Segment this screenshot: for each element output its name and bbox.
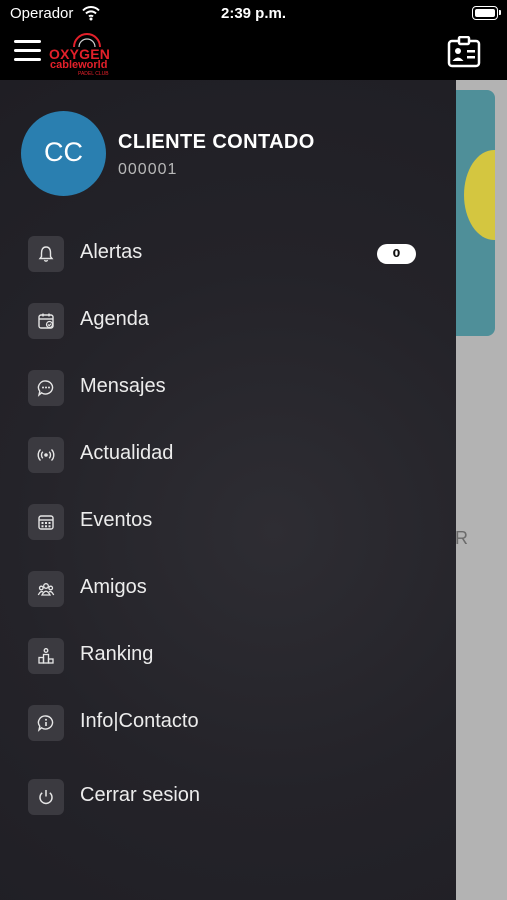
info-bubble-icon: [28, 705, 64, 741]
status-bar: Operador 2:39 p.m.: [0, 0, 507, 28]
logo-text-sub: cableworld: [50, 59, 108, 71]
background-content: [456, 80, 507, 900]
avatar-initials: CC: [44, 137, 83, 167]
menu-item-ranking[interactable]: Ranking: [0, 626, 456, 686]
menu-item-eventos[interactable]: Eventos: [0, 492, 456, 552]
menu-label-actualidad: Actualidad: [80, 442, 174, 464]
menu-label-amigos: Amigos: [80, 576, 147, 598]
battery-icon: [472, 6, 501, 20]
id-card-icon[interactable]: [447, 36, 481, 68]
clock: 2:39 p.m.: [220, 5, 287, 22]
calendar-grid-icon: [28, 504, 64, 540]
user-name: CLIENTE CONTADO: [118, 131, 315, 153]
calendar-check-icon: [28, 303, 64, 339]
menu-toggle-button[interactable]: [14, 40, 41, 62]
menu-label-agenda: Agenda: [80, 308, 149, 330]
alert-count-badge: 0: [377, 244, 416, 264]
menu-item-mensajes[interactable]: Mensajes: [0, 358, 456, 418]
menu-item-info-contacto[interactable]: Info|Contacto: [0, 693, 456, 753]
side-drawer: CC CLIENTE CONTADO 000001 Alertas 0 Agen…: [0, 80, 456, 900]
logo-tagline: PADEL CLUB: [78, 71, 109, 77]
menu-label-eventos: Eventos: [80, 509, 153, 531]
avatar[interactable]: CC: [21, 111, 106, 196]
menu-label-cerrar-sesion: Cerrar sesion: [80, 784, 201, 806]
broadcast-icon: [28, 437, 64, 473]
app-header: OXYGEN cableworld PADEL CLUB: [0, 28, 507, 80]
battery-level: [474, 8, 495, 17]
background-card: [456, 90, 495, 336]
menu-item-agenda[interactable]: Agenda: [0, 291, 456, 351]
brand-logo: OXYGEN cableworld PADEL CLUB: [48, 30, 120, 78]
menu-label-alertas: Alertas: [80, 241, 143, 263]
background-ball: [464, 150, 495, 240]
menu-item-alertas[interactable]: Alertas 0: [0, 224, 456, 284]
menu-item-cerrar-sesion[interactable]: Cerrar sesion: [0, 767, 456, 827]
menu-item-actualidad[interactable]: Actualidad: [0, 425, 456, 485]
user-id: 000001: [118, 161, 178, 178]
chat-bubble-icon: [28, 370, 64, 406]
menu-item-amigos[interactable]: Amigos: [0, 559, 456, 619]
podium-icon: [28, 638, 64, 674]
menu-label-ranking: Ranking: [80, 643, 154, 665]
group-icon: [28, 571, 64, 607]
power-icon: [28, 779, 64, 815]
menu-label-info-contacto: Info|Contacto: [80, 710, 199, 732]
bell-icon: [28, 236, 64, 272]
menu-label-mensajes: Mensajes: [80, 375, 166, 397]
background-text: R: [455, 528, 468, 548]
